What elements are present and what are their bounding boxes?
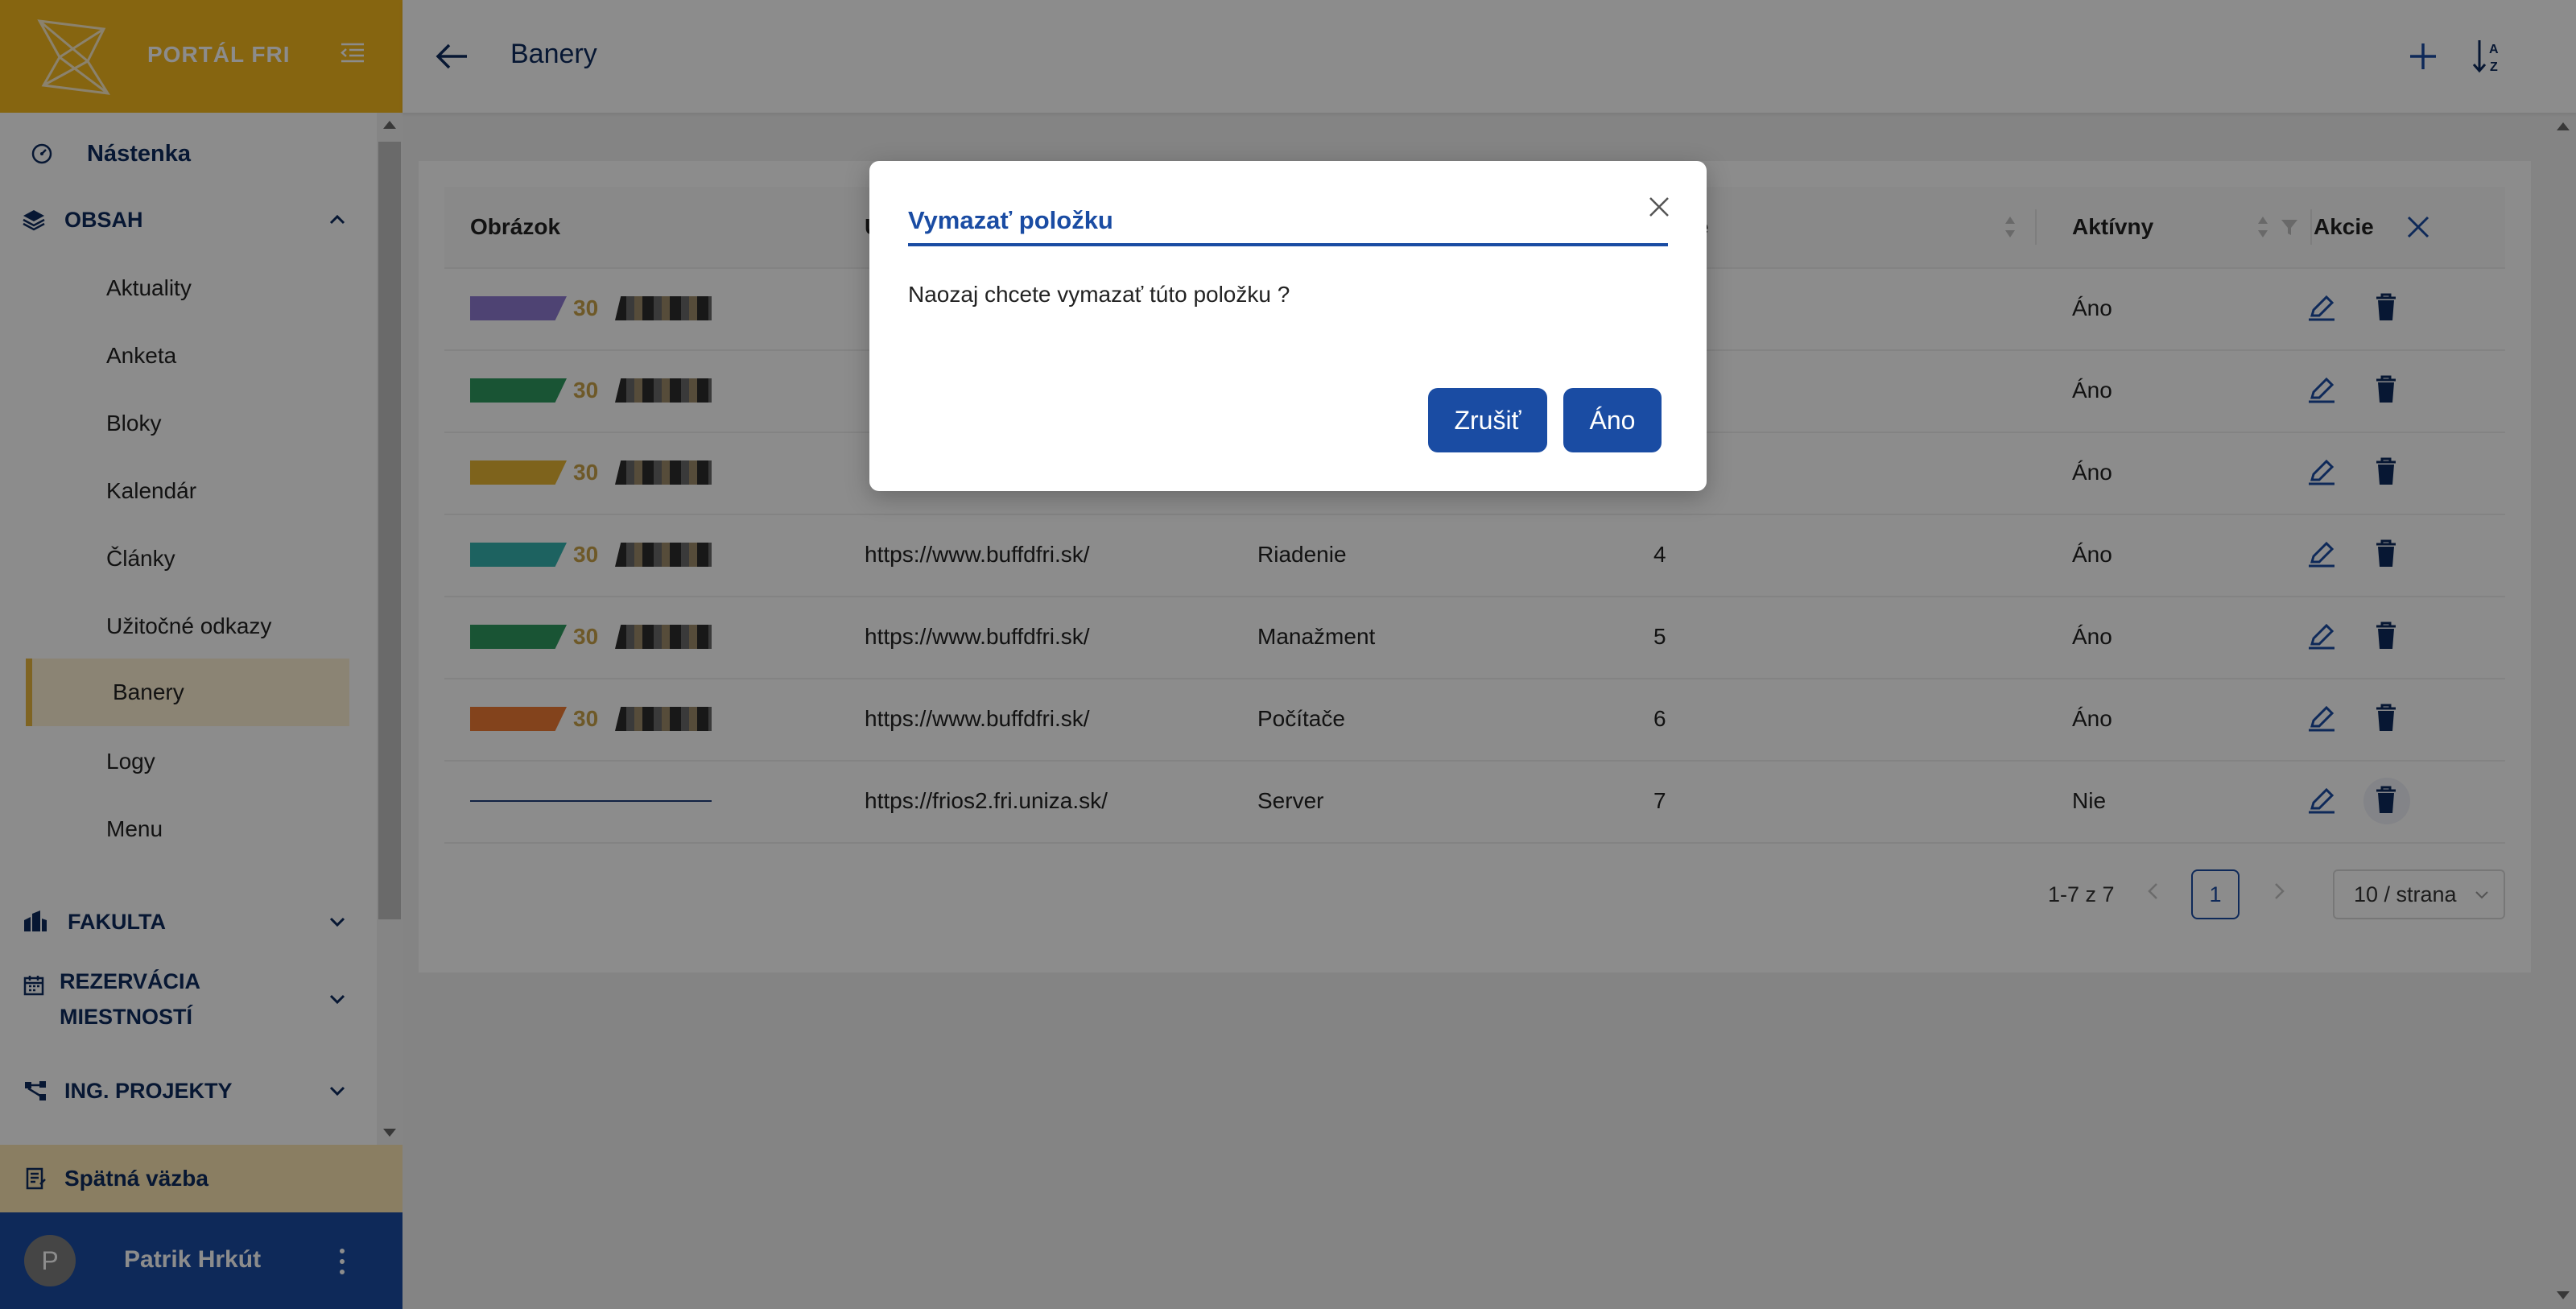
confirm-button[interactable]: Áno (1563, 388, 1662, 452)
title-underline (908, 243, 1668, 246)
cancel-button[interactable]: Zrušiť (1428, 388, 1547, 452)
close-icon[interactable] (1644, 192, 1674, 222)
delete-confirm-dialog: Vymazať položku Naozaj chcete vymazať tú… (869, 161, 1707, 491)
dialog-message: Naozaj chcete vymazať túto položku ? (908, 282, 1290, 307)
dialog-title: Vymazať položku (908, 206, 1113, 234)
